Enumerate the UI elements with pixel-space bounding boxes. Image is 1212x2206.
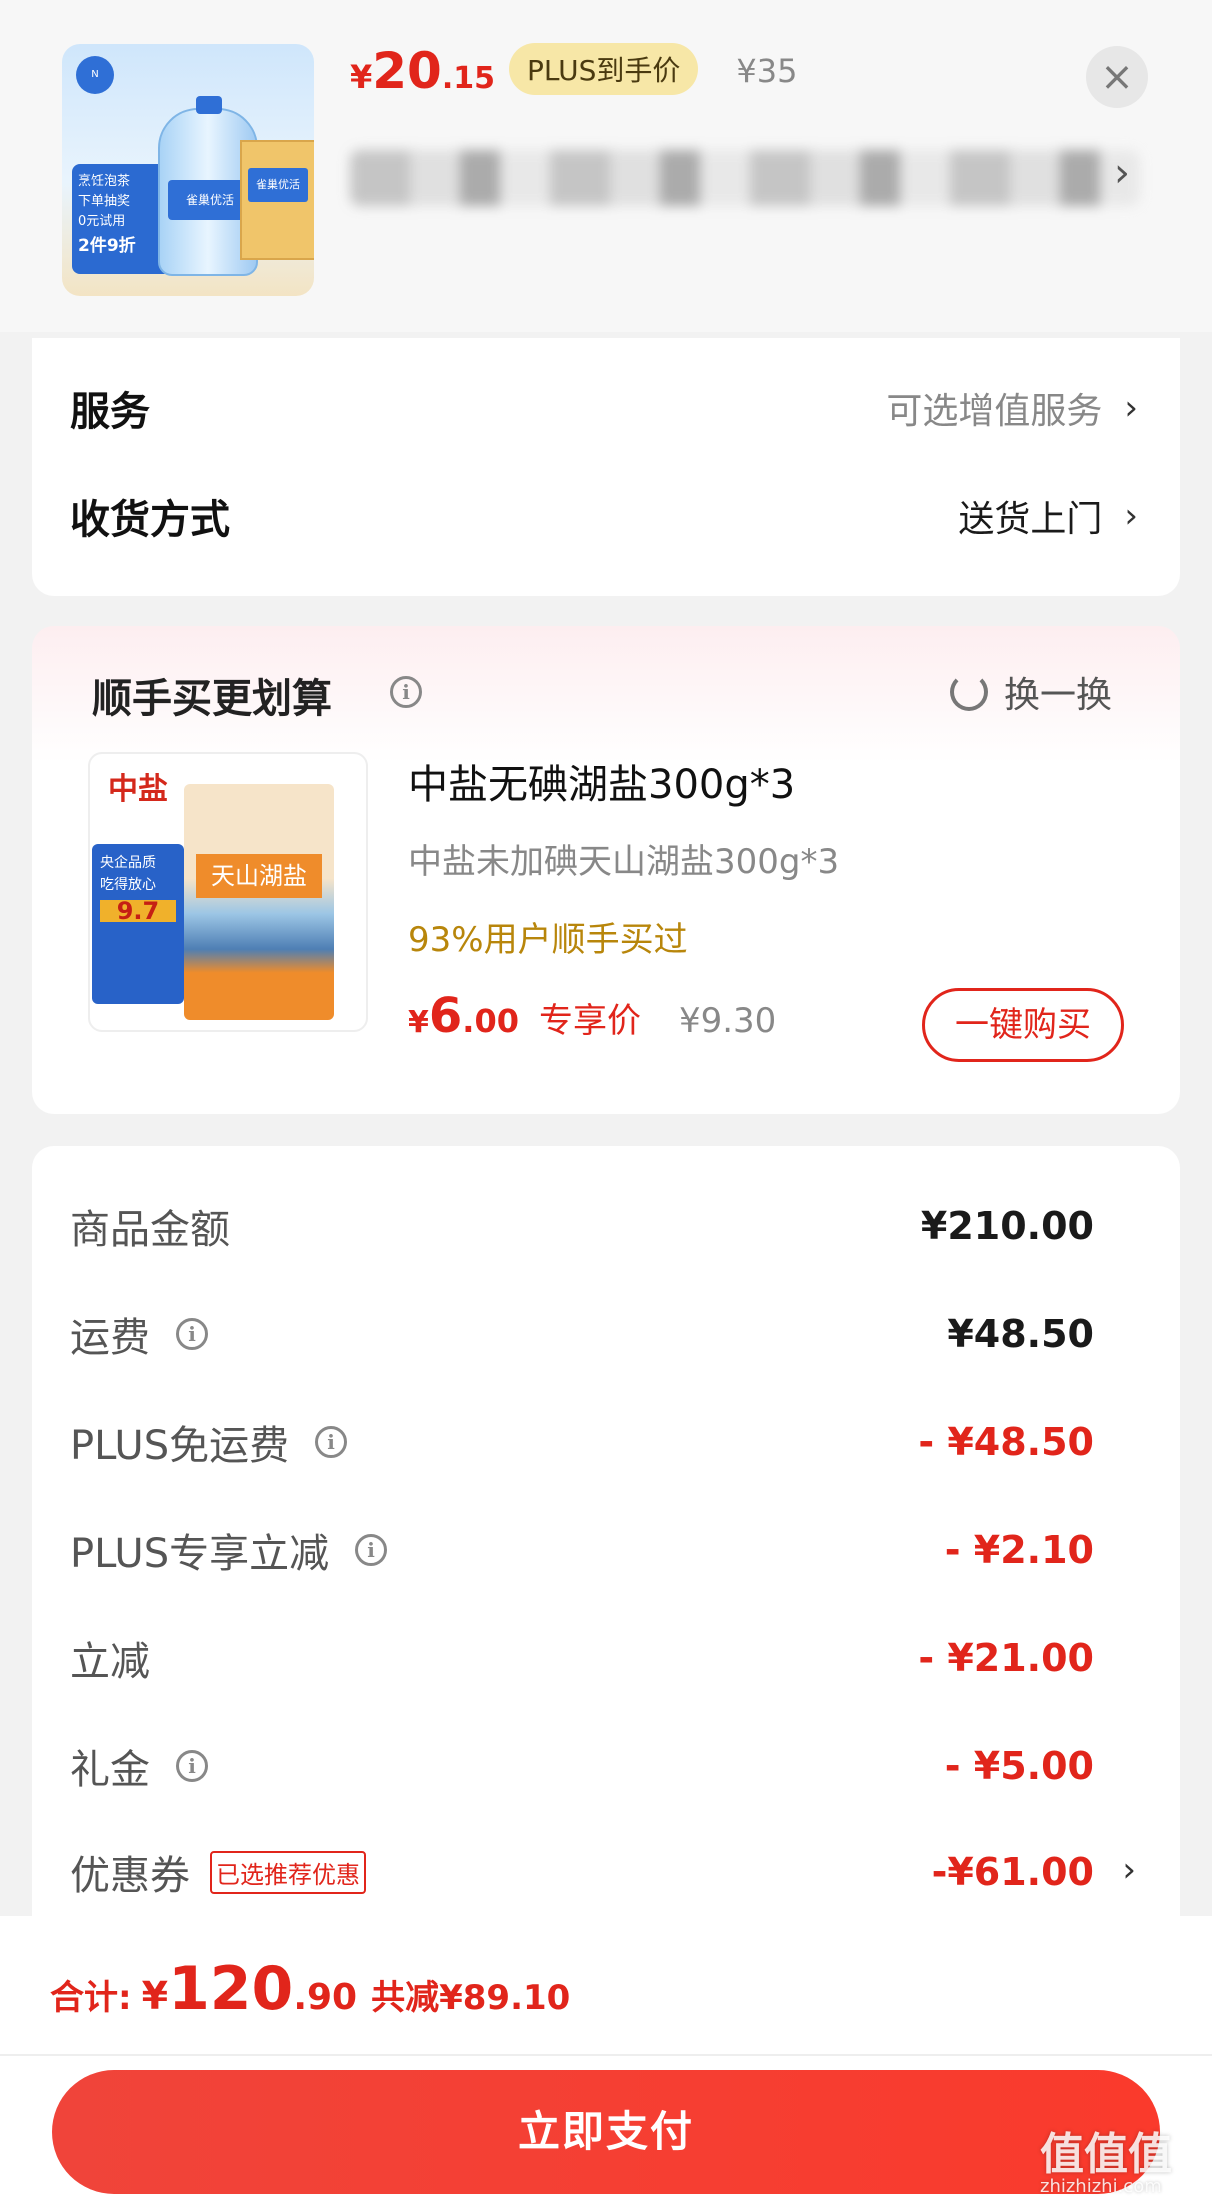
recommend-product-thumbnail[interactable]: 中盐 央企品质 吃得放心 9.7 天山湖盐 <box>88 752 368 1032</box>
summary-row-plus-free-shipping: PLUS免运费 i - ¥48.50 <box>70 1412 1094 1472</box>
summary-label: 立减 <box>70 1639 150 1685</box>
chevron-right-icon[interactable]: › <box>1122 1850 1136 1890</box>
chevron-right-icon: › <box>1124 388 1138 428</box>
salt-package-image: 天山湖盐 <box>184 784 334 1020</box>
coupon-value: -¥61.00 <box>931 1850 1094 1894</box>
blurred-product-title <box>350 150 1140 206</box>
total-row: 合计: ¥120.90 共减¥89.10 <box>50 1954 570 2024</box>
salt-package-text: 天山湖盐 <box>196 854 322 898</box>
price-dec: .15 <box>441 61 496 96</box>
thumb-promo-line3: 0元试用 <box>78 214 126 229</box>
summary-label: PLUS专享立减 <box>70 1531 330 1577</box>
info-icon[interactable]: i <box>315 1426 348 1458</box>
delivery-method-label: 收货方式 <box>70 497 230 543</box>
summary-row-shipping: 运费 i ¥48.50 <box>70 1304 1094 1364</box>
service-row[interactable]: 服务 可选增值服务 › <box>70 378 1138 438</box>
total-savings: 共减¥89.10 <box>371 1978 571 2018</box>
info-icon[interactable]: i <box>176 1318 208 1350</box>
total-currency: ¥ <box>141 1974 169 2018</box>
thumb-promo-line1: 烹饪泡茶 <box>78 174 131 189</box>
summary-label: PLUS免运费 <box>70 1423 290 1469</box>
watermark-url: zhizhizhi.com <box>1040 2176 1162 2197</box>
salt-side-line1: 央企品质 <box>100 855 156 871</box>
recommend-product-subtitle: 中盐未加碘天山湖盐300g*3 <box>408 842 840 882</box>
summary-row-coupon[interactable]: 优惠券 已选推荐优惠 -¥61.00 <box>70 1842 1094 1902</box>
summary-label: 礼金 <box>70 1747 150 1793</box>
refresh-label: 换一换 <box>1004 675 1113 716</box>
chevron-right-icon[interactable]: › <box>1114 150 1130 196</box>
header-price-row: ¥20.15 PLUS到手价 ¥35 <box>350 42 797 112</box>
refresh-button[interactable]: 换一换 <box>950 666 1112 718</box>
plus-price: ¥20.15 <box>350 42 495 100</box>
total-dec: .90 <box>293 1977 358 2018</box>
summary-value: - ¥2.10 <box>944 1528 1094 1572</box>
recommend-price-int: 6 <box>428 988 463 1044</box>
total-label: 合计: <box>50 1978 132 2018</box>
service-label: 服务 <box>70 389 150 435</box>
recommend-price-currency: ¥ <box>408 1005 429 1040</box>
summary-value: - ¥5.00 <box>944 1744 1094 1788</box>
pay-now-button[interactable]: 立即支付 <box>52 2070 1160 2194</box>
summary-label: 商品金额 <box>70 1207 230 1253</box>
refresh-icon <box>950 673 988 711</box>
plus-price-badge: PLUS到手价 <box>509 43 699 95</box>
info-icon[interactable]: i <box>390 676 422 708</box>
service-value: 可选增值服务 <box>886 391 1103 432</box>
brand-logo-icon: N <box>76 56 114 94</box>
recommend-title: 顺手买更划算 <box>92 676 332 722</box>
recommend-price-dec: .00 <box>462 1002 519 1040</box>
summary-row-goods-amount: 商品金额 ¥210.00 <box>70 1196 1094 1256</box>
salt-side-score: 9.7 <box>100 899 176 923</box>
price-currency: ¥ <box>350 58 373 96</box>
summary-label: 运费 <box>70 1315 150 1361</box>
coupon-label: 优惠券 <box>70 1853 190 1899</box>
water-box-image: 雀巢优活 <box>240 140 314 260</box>
coupon-recommended-tag: 已选推荐优惠 <box>210 1850 366 1894</box>
summary-row-gift-money: 礼金 i - ¥5.00 <box>70 1736 1094 1796</box>
thumb-promo-box: 烹饪泡茶 下单抽奖 0元试用 2件9折 <box>72 164 172 274</box>
info-icon[interactable]: i <box>176 1750 208 1782</box>
divider <box>0 2054 1212 2056</box>
delivery-method-row[interactable]: 收货方式 送货上门 › <box>70 486 1138 546</box>
thumb-promo-deal: 2件9折 <box>78 236 136 256</box>
info-icon[interactable]: i <box>355 1534 388 1566</box>
summary-value: - ¥21.00 <box>918 1636 1094 1680</box>
salt-side-line2: 吃得放心 <box>100 877 156 893</box>
one-click-buy-button[interactable]: 一键购买 <box>922 988 1124 1062</box>
order-summary-card: 商品金额 ¥210.00 运费 i ¥48.50 PLUS免运费 i - ¥48… <box>32 1146 1180 1936</box>
summary-value: - ¥48.50 <box>918 1420 1094 1464</box>
summary-value: ¥210.00 <box>920 1204 1094 1248</box>
box-label: 雀巢优活 <box>248 168 308 202</box>
delivery-method-value: 送货上门 <box>958 499 1103 540</box>
recommend-card: 顺手买更划算 i 换一换 中盐 央企品质 吃得放心 9.7 天山湖盐 中盐无碘湖… <box>32 626 1180 1114</box>
recommend-old-price: ¥9.30 <box>678 1001 777 1041</box>
recommend-price-row: ¥6.00 专享价 ¥9.30 <box>408 988 776 1044</box>
thumb-promo-line2: 下单抽奖 <box>78 194 131 209</box>
salt-side-box: 央企品质 吃得放心 9.7 <box>92 844 184 1004</box>
price-int: 20 <box>372 42 442 100</box>
product-thumbnail[interactable]: N 烹饪泡茶 下单抽奖 0元试用 2件9折 雀巢优活 雀巢优活 <box>62 44 314 296</box>
original-price: ¥35 <box>736 52 798 90</box>
close-icon[interactable]: × <box>1086 46 1148 108</box>
chevron-right-icon: › <box>1124 496 1138 536</box>
salt-brand-logo: 中盐 <box>108 772 168 807</box>
summary-row-plus-discount: PLUS专享立减 i - ¥2.10 <box>70 1520 1094 1580</box>
recommend-purchase-stat: 93%用户顺手买过 <box>408 920 688 960</box>
service-card: 服务 可选增值服务 › 收货方式 送货上门 › <box>32 338 1180 596</box>
summary-row-instant-discount: 立减 - ¥21.00 <box>70 1628 1094 1688</box>
total-int: 120 <box>168 1954 294 2024</box>
watermark-logo: 值值值 <box>1040 2129 1172 2180</box>
exclusive-price-tag: 专享价 <box>538 1001 641 1041</box>
recommend-product-name[interactable]: 中盐无碘湖盐300g*3 <box>408 752 795 810</box>
summary-value: ¥48.50 <box>947 1312 1094 1356</box>
